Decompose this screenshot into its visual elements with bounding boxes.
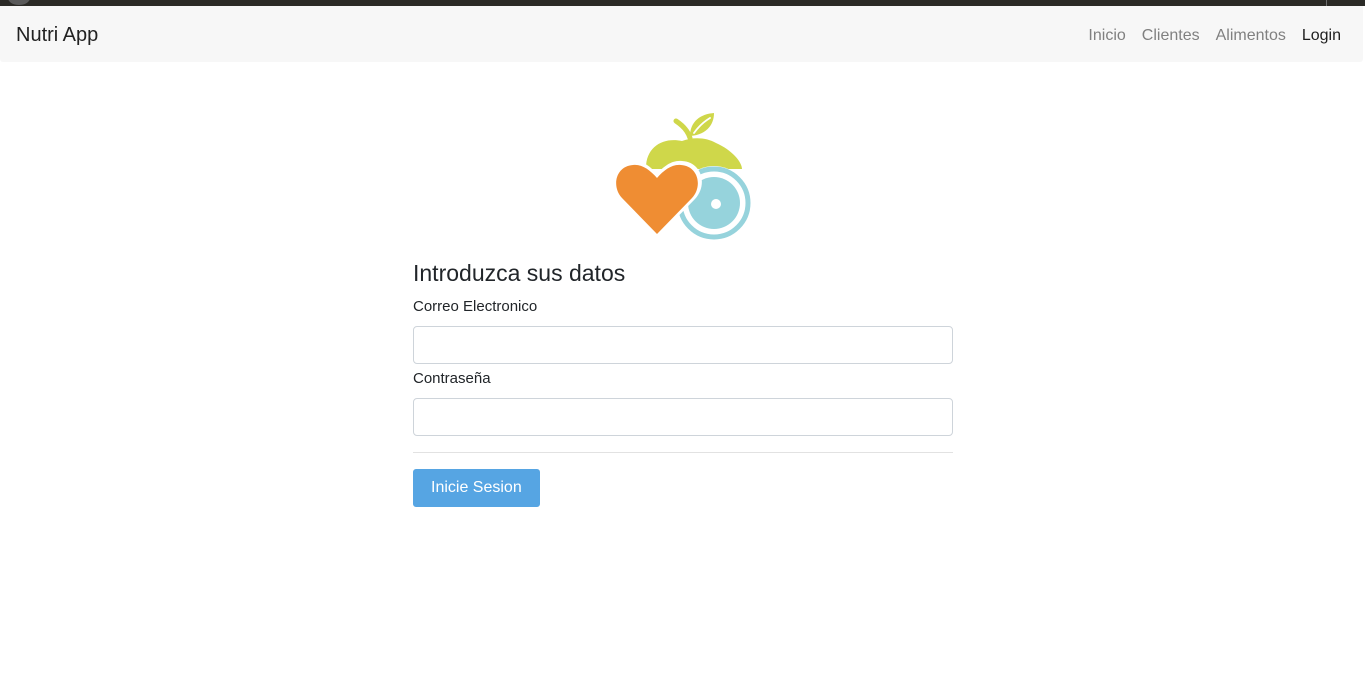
nutrition-logo-icon — [610, 110, 756, 244]
form-heading: Introduzca sus datos — [413, 260, 626, 286]
nav-link-login[interactable]: Login — [1302, 26, 1341, 46]
login-form: Introduzca sus datos Correo Electronico … — [413, 258, 953, 507]
window-control-icon — [8, 0, 30, 5]
password-field[interactable] — [413, 398, 953, 436]
nav-link-alimentos[interactable]: Alimentos — [1216, 26, 1286, 46]
brand-link[interactable]: Nutri App — [16, 23, 98, 47]
navbar: Nutri App Inicio Clientes Alimentos Logi… — [0, 6, 1363, 62]
login-button[interactable]: Inicie Sesion — [413, 469, 540, 507]
password-label: Contraseña — [413, 370, 491, 387]
email-label: Correo Electronico — [413, 298, 538, 315]
email-field[interactable] — [413, 326, 953, 364]
nav-links: Inicio Clientes Alimentos Login — [1072, 26, 1341, 46]
nav-link-inicio[interactable]: Inicio — [1088, 26, 1125, 46]
form-divider — [413, 452, 953, 453]
nav-link-clientes[interactable]: Clientes — [1142, 26, 1200, 46]
